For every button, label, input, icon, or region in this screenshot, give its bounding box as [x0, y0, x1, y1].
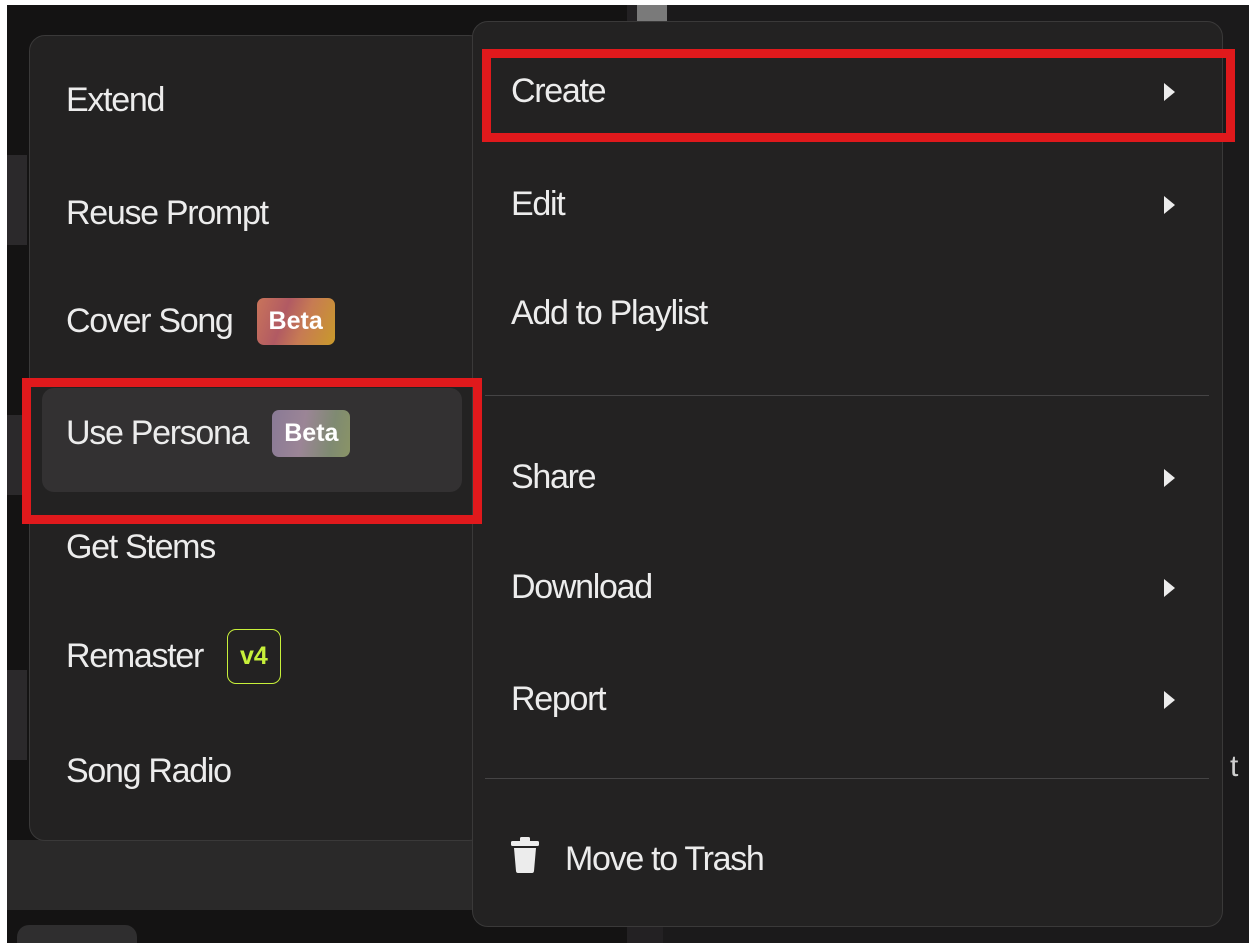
background-pill [17, 925, 137, 943]
menu-item-get-stems[interactable]: Get Stems [66, 528, 216, 567]
trash-icon [511, 837, 539, 882]
caret-right-icon [1164, 578, 1175, 597]
menu-item-label: Remaster [66, 637, 204, 675]
caret-right-icon [1164, 690, 1175, 709]
menu-item-label: Cover Song [66, 302, 234, 340]
caret-right-icon [1164, 82, 1175, 101]
caret-right-icon [1164, 195, 1175, 214]
menu-item-song-radio[interactable]: Song Radio [66, 752, 232, 791]
beta-badge: Beta [256, 298, 335, 345]
menu-item-extend[interactable]: Extend [66, 81, 165, 120]
menu-item-create[interactable]: Create [511, 72, 1175, 111]
menu-item-use-persona[interactable]: Use Persona Beta [66, 410, 351, 457]
menu-item-move-to-trash[interactable]: Move to Trash [511, 837, 1175, 882]
background-row-edge [7, 415, 27, 495]
menu-item-label: Use Persona [66, 414, 250, 452]
menu-item-download[interactable]: Download [511, 568, 1175, 607]
menu-item-label: Add to Playlist [511, 294, 708, 332]
menu-item-label: Share [511, 458, 597, 496]
menu-item-add-to-playlist[interactable]: Add to Playlist [511, 294, 1175, 333]
song-context-menu: Create Edit Add to Playlist Share Downlo… [472, 21, 1223, 927]
menu-item-label: Reuse Prompt [66, 194, 269, 232]
menu-divider [485, 395, 1209, 396]
menu-item-edit[interactable]: Edit [511, 185, 1175, 224]
menu-item-label: Get Stems [66, 528, 216, 566]
menu-divider [485, 778, 1209, 779]
version-badge: v4 [226, 629, 281, 684]
caret-right-icon [1164, 468, 1175, 487]
menu-item-share[interactable]: Share [511, 458, 1175, 497]
beta-badge: Beta [272, 410, 351, 457]
menu-item-label: Extend [66, 81, 165, 119]
create-submenu: Extend Reuse Prompt Cover Song Beta Use … [29, 35, 485, 841]
menu-item-label: Move to Trash [565, 840, 765, 878]
menu-item-label: Edit [511, 185, 566, 223]
menu-item-reuse-prompt[interactable]: Reuse Prompt [66, 194, 269, 233]
menu-item-label: Song Radio [66, 752, 232, 790]
menu-item-label: Report [511, 680, 607, 718]
menu-item-remaster[interactable]: Remaster v4 [66, 629, 281, 684]
menu-item-cover-song[interactable]: Cover Song Beta [66, 298, 335, 345]
menu-item-report[interactable]: Report [511, 680, 1175, 719]
menu-item-label: Create [511, 72, 607, 110]
background-row-edge [7, 670, 27, 760]
background-row-edge [7, 155, 27, 245]
background-row [7, 840, 477, 910]
menu-item-label: Download [511, 568, 653, 606]
app-background: j t Extend Reuse Prompt Cover Song Beta … [7, 5, 1249, 943]
